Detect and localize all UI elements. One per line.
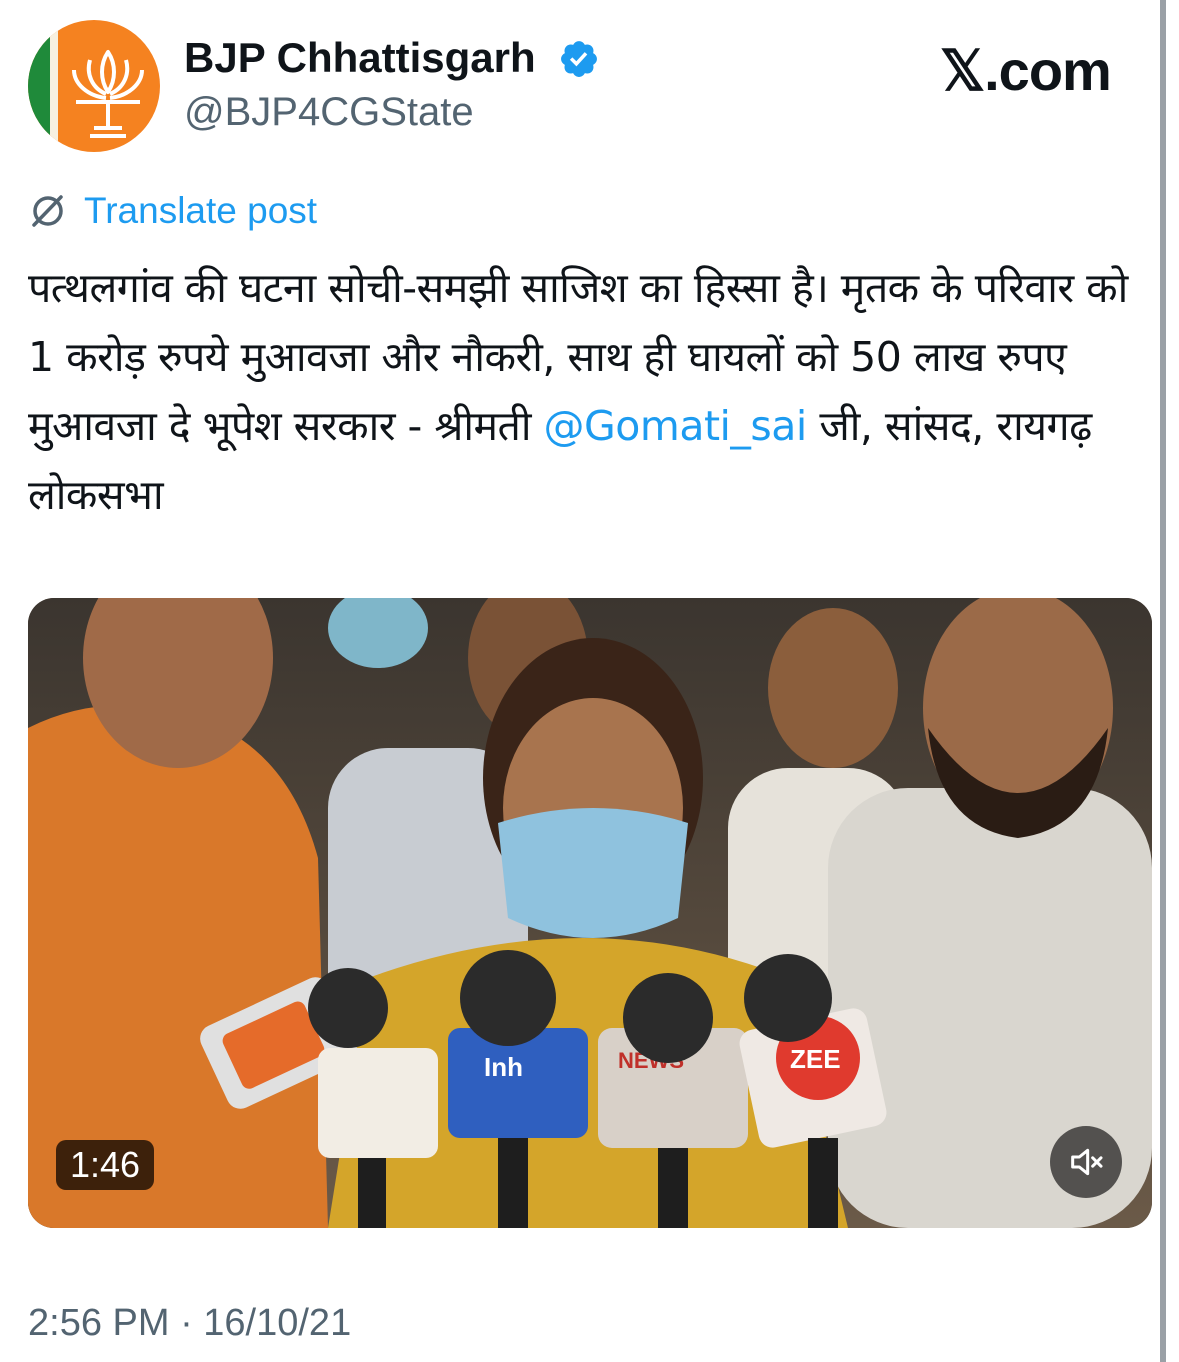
- tweet-timestamp[interactable]: 2:56 PM · 16/10/21: [28, 1302, 351, 1345]
- translate-post-link[interactable]: Translate post: [28, 190, 317, 232]
- author-handle[interactable]: @BJP4CGState: [184, 90, 474, 135]
- verified-badge-icon: [561, 41, 597, 77]
- video-duration-badge: 1:46: [56, 1140, 155, 1190]
- scrollbar-track: [1160, 0, 1166, 1362]
- avatar-flag-white: [50, 20, 58, 152]
- tweet-text: पत्थलगांव की घटना सोची-समझी साजिश का हिस…: [28, 254, 1148, 530]
- globe-slash-icon: [32, 195, 63, 227]
- video-frame: Inh NEWS ZEE: [28, 598, 1152, 1228]
- mic-label-zee: ZEE: [790, 1044, 841, 1074]
- mic-label-inh: Inh: [484, 1052, 523, 1082]
- avatar[interactable]: [28, 20, 160, 152]
- brand-watermark: 𝕏.com: [940, 39, 1112, 102]
- mention-link[interactable]: @Gomati_sai: [544, 402, 808, 450]
- speaker-muted-icon: [1071, 1148, 1103, 1176]
- video-player[interactable]: Inh NEWS ZEE: [28, 598, 1152, 1228]
- mute-toggle-button[interactable]: [1050, 1126, 1122, 1198]
- translate-label: Translate post: [84, 190, 318, 231]
- avatar-flag-green: [28, 20, 50, 152]
- lotus-logo-icon: [72, 50, 144, 138]
- author-name[interactable]: BJP Chhattisgarh: [184, 34, 536, 82]
